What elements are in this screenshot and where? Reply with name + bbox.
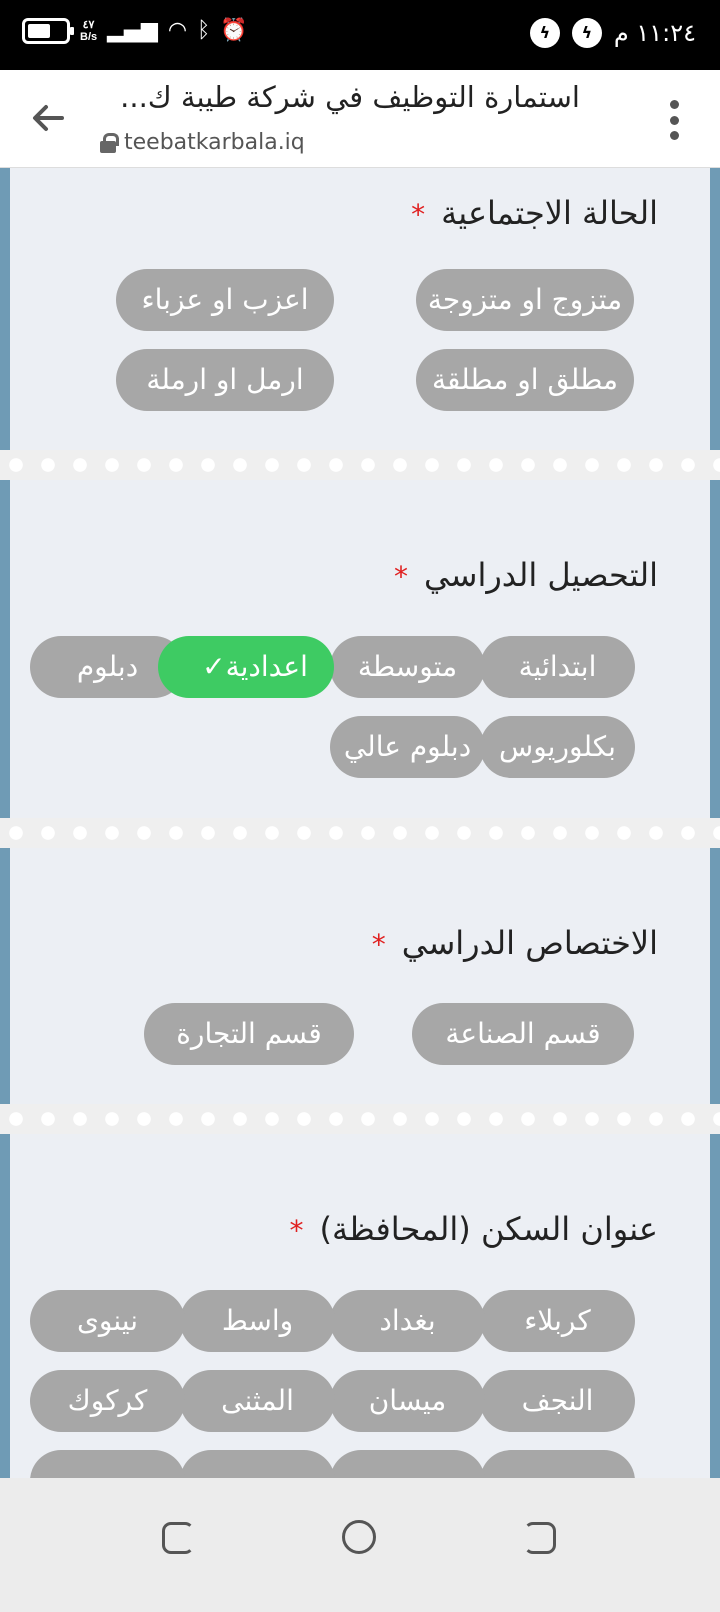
question-card-governorate: عنوان السكن (المحافظة)* كربلاء بغداد واس… (10, 1134, 710, 1478)
option-chip[interactable]: كربلاء (480, 1290, 635, 1352)
option-chip[interactable]: نينوى (30, 1290, 185, 1352)
net-speed-value: ٤٧ (82, 19, 95, 31)
url-text: teebatkarbala.iq (124, 130, 305, 155)
question-card-education: التحصيل الدراسي* دبلوم ابتدائية متوسطة ا… (10, 480, 710, 818)
net-speed-unit: B/s (80, 31, 98, 43)
form-content: الحالة الاجتماعية* متزوج او متزوجة اعزب … (0, 168, 720, 1478)
option-chip[interactable]: متزوج او متزوجة (416, 269, 634, 331)
page-title: استمارة التوظيف في شركة طيبة ك... (120, 80, 580, 114)
more-options-icon[interactable] (668, 100, 680, 140)
option-chip[interactable]: ابتدائية (480, 636, 635, 698)
system-nav-bar (0, 1478, 720, 1612)
status-bar: ٤٧ B/s ▂▄▆ ◠ ᛒ ⏰ ϟ ϟ ١١:٢٤ م (0, 0, 720, 70)
section-divider (0, 818, 720, 848)
option-chip[interactable]: ميسان (330, 1370, 485, 1432)
option-chip[interactable]: اعزب او عزباء (116, 269, 334, 331)
messenger-icon: ϟ (571, 18, 602, 48)
messenger-icon: ϟ (529, 18, 560, 48)
status-right: ϟ ϟ ١١:٢٤ م (529, 18, 696, 48)
question-title: الحالة الاجتماعية* (411, 194, 658, 232)
option-chip[interactable]: بغداد (330, 1290, 485, 1352)
question-card-specialization: الاختصاص الدراسي* قسم الصناعة قسم التجار… (10, 848, 710, 1104)
option-chip[interactable]: دبلوم عالي (330, 716, 485, 778)
bluetooth-icon: ᛒ (197, 18, 211, 43)
url-bar[interactable]: teebatkarbala.iq (100, 130, 305, 155)
back-icon[interactable] (524, 1522, 556, 1554)
question-title: عنوان السكن (المحافظة)* (289, 1210, 658, 1248)
signal-icon: ▂▄▆ (107, 18, 158, 43)
clock: ١١:٢٤ م (613, 19, 696, 47)
question-title: التحصيل الدراسي* (393, 556, 658, 594)
option-chip[interactable]: ارمل او ارملة (116, 349, 334, 411)
browser-header: استمارة التوظيف في شركة طيبة ك... teebat… (0, 70, 720, 168)
option-chip-partial[interactable] (330, 1450, 485, 1478)
net-speed: ٤٧ B/s (80, 19, 97, 43)
option-chip-partial[interactable] (30, 1450, 185, 1478)
alarm-icon: ⏰ (220, 18, 248, 43)
wifi-icon: ◠ (167, 18, 188, 43)
option-chip[interactable]: مطلق او مطلقة (416, 349, 634, 411)
option-chip[interactable]: قسم الصناعة (412, 1003, 634, 1065)
check-icon: ✓ (202, 650, 226, 683)
required-star: * (411, 198, 426, 231)
option-chip-partial[interactable] (480, 1450, 635, 1478)
option-chip-selected[interactable]: اعدادية✓ (158, 636, 334, 698)
option-chip[interactable]: قسم التجارة (144, 1003, 354, 1065)
section-divider (0, 450, 720, 480)
battery-icon (22, 18, 74, 44)
question-card-marital-status: الحالة الاجتماعية* متزوج او متزوجة اعزب … (10, 168, 710, 450)
back-arrow-icon[interactable] (28, 98, 68, 138)
required-star: * (393, 560, 408, 593)
status-left: ٤٧ B/s ▂▄▆ ◠ ᛒ ⏰ (22, 18, 248, 44)
recent-apps-icon[interactable] (162, 1522, 194, 1554)
option-chip[interactable]: واسط (180, 1290, 335, 1352)
option-chip[interactable]: متوسطة (330, 636, 485, 698)
lock-icon (100, 132, 119, 153)
required-star: * (371, 928, 386, 961)
question-title: الاختصاص الدراسي* (371, 924, 658, 962)
option-chip-partial[interactable] (180, 1450, 335, 1478)
section-divider (0, 1104, 720, 1134)
option-chip[interactable]: المثنى (180, 1370, 335, 1432)
option-chip[interactable]: بكلوريوس (480, 716, 635, 778)
option-chip[interactable]: كركوك (30, 1370, 185, 1432)
home-icon[interactable] (342, 1520, 376, 1554)
option-chip[interactable]: النجف (480, 1370, 635, 1432)
required-star: * (289, 1214, 304, 1247)
